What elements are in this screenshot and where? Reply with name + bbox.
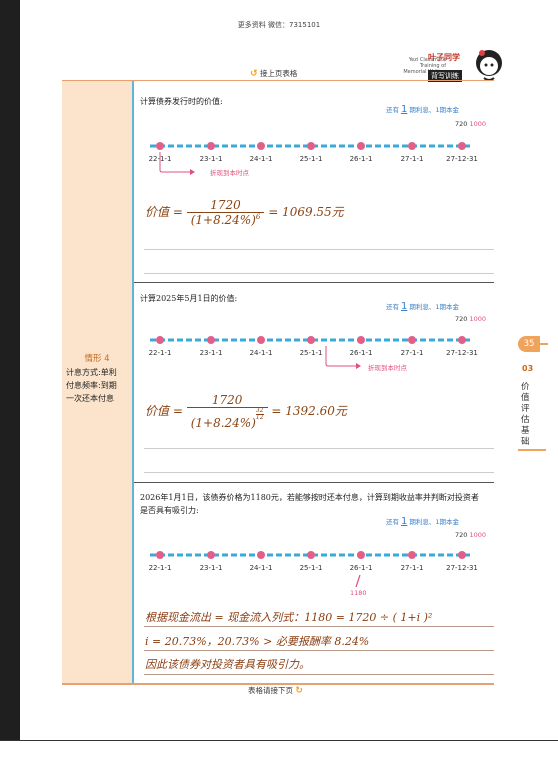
timeline-date-label: 27-12-31 xyxy=(446,155,478,163)
chapter-title: 价值评估基础 xyxy=(521,382,530,447)
continued-from-previous: ↺ 接上页表格 xyxy=(250,69,298,79)
timeline-date-label: 23-1-1 xyxy=(200,349,223,357)
section2-cashflow-label: 720 1000 xyxy=(455,315,487,323)
timeline-date-label: 27-12-31 xyxy=(446,564,478,572)
section1-divider xyxy=(134,282,494,283)
timeline-date-label: 23-1-1 xyxy=(200,564,223,572)
timeline-date-label: 26-1-1 xyxy=(350,349,373,357)
section3-writing-line-3 xyxy=(144,674,494,675)
section2-timeline: 22-1-1 23-1-1 24-1-1 25-1-1 26-1-1 27-1-1 27-1… xyxy=(149,336,478,369)
section3-cashflow-label: 720 1000 xyxy=(455,531,487,539)
section1-cashflow-label: 720 1000 xyxy=(455,120,487,128)
section3-handwriting-3: 因此该债券对投资者具有吸引力。 xyxy=(145,658,310,671)
timeline-node xyxy=(156,142,164,150)
section1-timeline: 22-1-1 23-1-1 24-1-1 25-1-1 26-1-1 27-1-1 27-1… xyxy=(149,142,478,175)
timeline-node xyxy=(408,142,416,150)
section3-legend: 还有 1 期利息、1期本金 xyxy=(386,516,460,527)
viewer-bottom-border xyxy=(0,740,558,760)
timeline-date-label: 23-1-1 xyxy=(200,155,223,163)
timeline-date-label: 22-1-1 xyxy=(149,349,172,357)
section3-timeline: 22-1-1 23-1-1 24-1-1 25-1-1 26-1-1 27-1-1 27-1… xyxy=(149,551,478,587)
timeline-node xyxy=(207,142,215,150)
section2-writing-line-1 xyxy=(144,448,494,449)
section1-formula: 价值 = 1720 (1+8.24%)6 = 1069.55元 xyxy=(145,198,344,227)
section1-writing-line-1 xyxy=(144,249,494,250)
section2-writing-line-2 xyxy=(144,472,494,473)
viewer-left-border xyxy=(0,0,20,759)
section2-formula: 价值 = 1720 (1+8.24%) 32 12 = 1392.60元 xyxy=(145,393,347,430)
discount-arrow-icon xyxy=(356,363,361,369)
continued-next-page: 表格请接下页 ↻ xyxy=(248,686,303,696)
timeline-node xyxy=(207,551,215,559)
timeline-date-label: 27-1-1 xyxy=(401,564,424,572)
section3-writing-line-1 xyxy=(144,626,494,627)
timeline-node xyxy=(408,551,416,559)
timeline-date-label: 25-1-1 xyxy=(300,155,323,163)
section3-writing-line-2 xyxy=(144,650,494,651)
timeline-node xyxy=(307,336,315,344)
timeline-date-label: 22-1-1 xyxy=(149,564,172,572)
next-arrow-icon: ↻ xyxy=(295,686,303,696)
timeline-node xyxy=(307,551,315,559)
timeline-node xyxy=(257,142,265,150)
return-arrow-icon: ↺ xyxy=(250,69,258,79)
timeline-date-label: 27-12-31 xyxy=(446,349,478,357)
section2-discount-label: 折现到本时点 xyxy=(368,364,407,372)
chapter-number: 03 xyxy=(522,364,534,373)
timeline-date-label: 26-1-1 xyxy=(350,564,373,572)
column-divider xyxy=(132,81,134,683)
timeline-node xyxy=(156,551,164,559)
timeline-date-label: 27-1-1 xyxy=(401,155,424,163)
header-note: 更多资料 微信：7315101 xyxy=(237,21,321,29)
timeline-node xyxy=(257,551,265,559)
chapter-rule xyxy=(518,449,546,451)
timeline-node xyxy=(458,336,466,344)
case-description: 计息方式:单利 付息频率:到期 一次还本付息 xyxy=(66,368,117,403)
timeline-date-label: 24-1-1 xyxy=(250,155,273,163)
mascot-icon xyxy=(476,50,502,81)
timeline-date-label: 25-1-1 xyxy=(300,564,323,572)
timeline-date-label: 27-1-1 xyxy=(401,349,424,357)
timeline-node xyxy=(156,336,164,344)
timeline-node xyxy=(458,551,466,559)
price-pointer-arrow xyxy=(355,574,361,587)
section2-divider xyxy=(134,482,494,483)
timeline-node xyxy=(357,551,365,559)
case-title: 情形 4 xyxy=(84,354,110,364)
discount-arrow-icon xyxy=(190,169,195,175)
section3-handwriting-2: i = 20.73%，20.73% > 必要报酬率 8.24% xyxy=(145,635,370,648)
timeline-date-label: 26-1-1 xyxy=(350,155,373,163)
page-tab-rule xyxy=(538,343,548,345)
section3-question: 2026年1月1日，该债券价格为1180元，若能够按时还本付息，计算到期收益率并… xyxy=(140,493,479,515)
timeline-date-label: 24-1-1 xyxy=(250,349,273,357)
section3-handwriting-1: 根据现金流出 = 现金流入列式：1180 = 1720 ÷ ( 1+i )² xyxy=(145,611,433,624)
timeline-node xyxy=(257,336,265,344)
timeline-node xyxy=(408,336,416,344)
timeline-node xyxy=(207,336,215,344)
brand-logo: 叶子同学 背写训练 xyxy=(428,53,462,82)
section3-price-label: 1180 xyxy=(350,589,367,597)
section1-writing-line-2 xyxy=(144,273,494,274)
section2-legend: 还有 1 期利息、1期本金 xyxy=(386,301,460,312)
section1-discount-label: 折现到本时点 xyxy=(210,169,249,177)
section2-question: 计算2025年5月1日的价值: xyxy=(140,294,238,303)
timeline-node xyxy=(357,142,365,150)
timeline-node xyxy=(357,336,365,344)
section1-legend: 还有 1 期利息、1期本金 xyxy=(386,104,460,115)
timeline-node xyxy=(307,142,315,150)
page-number-tab: 35 xyxy=(518,336,540,352)
timeline-date-label: 25-1-1 xyxy=(300,349,323,357)
section1-question: 计算债券发行时的价值: xyxy=(140,97,223,106)
timeline-date-label: 24-1-1 xyxy=(250,564,273,572)
timeline-node xyxy=(458,142,466,150)
